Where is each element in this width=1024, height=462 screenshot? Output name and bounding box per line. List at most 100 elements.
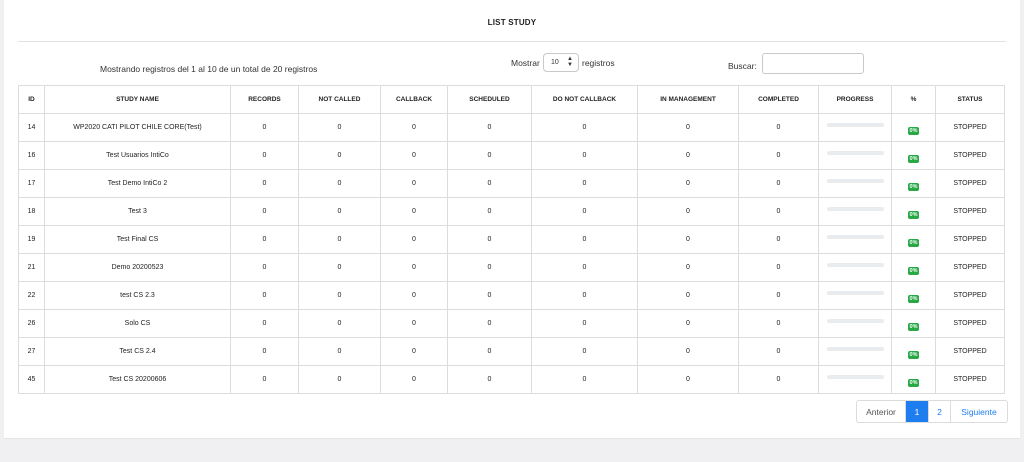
cell-records: 0: [230, 253, 299, 282]
cell-id: 45: [18, 365, 45, 394]
column-header[interactable]: STATUS: [935, 85, 1005, 114]
cell-completed: 0: [738, 169, 819, 198]
cell-status: STOPPED: [935, 337, 1005, 366]
cell-scheduled: 0: [447, 281, 532, 310]
percent-badge: 0%: [907, 210, 920, 219]
cell-records: 0: [230, 113, 299, 142]
cell-progress: [818, 281, 892, 310]
column-header[interactable]: COMPLETED: [738, 85, 819, 114]
cell-progress: [818, 141, 892, 170]
column-header[interactable]: DO NOT CALLBACK: [531, 85, 638, 114]
cell-scheduled: 0: [447, 113, 532, 142]
cell-name: Solo CS: [44, 309, 231, 338]
percent-badge: 0%: [907, 126, 920, 135]
cell-scheduled: 0: [447, 309, 532, 338]
table-header-row: ID STUDY NAME RECORDS NOT CALLED CALLBACK SCH…: [18, 85, 1005, 114]
cell-completed: 0: [738, 281, 819, 310]
table-row: 26 Solo CS 0 0 0 0 0 0 0 0% STOPPED: [18, 309, 1005, 338]
table-row: 17 Test Demo IntiCo 2 0 0 0 0 0 0 0 0% STOPPED: [18, 169, 1005, 198]
cell-status: STOPPED: [935, 141, 1005, 170]
cell-percent: 0%: [891, 225, 936, 254]
cell-do-not-callback: 0: [531, 337, 638, 366]
study-table: ID STUDY NAME RECORDS NOT CALLED CALLBACK SCH…: [18, 85, 1005, 394]
cell-not-called: 0: [298, 309, 381, 338]
percent-badge: 0%: [907, 294, 920, 303]
cell-callback: 0: [380, 281, 448, 310]
cell-in-management: 0: [637, 141, 739, 170]
cell-status: STOPPED: [935, 225, 1005, 254]
cell-percent: 0%: [891, 281, 936, 310]
cell-completed: 0: [738, 113, 819, 142]
progress-bar: [826, 179, 884, 183]
column-header[interactable]: ID: [18, 85, 45, 114]
cell-name: test CS 2.3: [44, 281, 231, 310]
cell-records: 0: [230, 169, 299, 198]
search-input[interactable]: [762, 53, 864, 74]
percent-badge: 0%: [907, 182, 920, 191]
length-label-after: registros: [582, 58, 615, 68]
page-2-button[interactable]: 2: [928, 401, 950, 422]
cell-do-not-callback: 0: [531, 197, 638, 226]
cell-progress: [818, 309, 892, 338]
cell-percent: 0%: [891, 113, 936, 142]
cell-scheduled: 0: [447, 141, 532, 170]
progress-bar: [826, 151, 884, 155]
cell-records: 0: [230, 337, 299, 366]
table-row: 45 Test CS 20200606 0 0 0 0 0 0 0 0% STOPPED: [18, 365, 1005, 394]
cell-in-management: 0: [637, 253, 739, 282]
column-header[interactable]: RECORDS: [230, 85, 299, 114]
progress-bar: [826, 347, 884, 351]
cell-not-called: 0: [298, 281, 381, 310]
column-header[interactable]: PROGRESS: [818, 85, 892, 114]
cell-status: STOPPED: [935, 197, 1005, 226]
cell-in-management: 0: [637, 365, 739, 394]
cell-callback: 0: [380, 169, 448, 198]
cell-do-not-callback: 0: [531, 225, 638, 254]
progress-bar: [826, 375, 884, 379]
table-row: 14 WP2020 CATI PILOT CHILE CORE(Test) 0 0 0 0…: [18, 113, 1005, 142]
column-header[interactable]: CALLBACK: [380, 85, 448, 114]
column-header[interactable]: SCHEDULED: [447, 85, 532, 114]
cell-id: 26: [18, 309, 45, 338]
cell-name: Demo 20200523: [44, 253, 231, 282]
cell-percent: 0%: [891, 197, 936, 226]
cell-status: STOPPED: [935, 309, 1005, 338]
cell-percent: 0%: [891, 337, 936, 366]
cell-progress: [818, 169, 892, 198]
page-length-select[interactable]: 10 ▲ ▼: [543, 53, 579, 72]
cell-name: Test CS 2.4: [44, 337, 231, 366]
cell-not-called: 0: [298, 253, 381, 282]
percent-badge: 0%: [907, 266, 920, 275]
cell-id: 21: [18, 253, 45, 282]
previous-page-button[interactable]: Anterior: [857, 401, 905, 422]
cell-records: 0: [230, 309, 299, 338]
progress-bar: [826, 291, 884, 295]
table-row: 27 Test CS 2.4 0 0 0 0 0 0 0 0% STOPPED: [18, 337, 1005, 366]
cell-status: STOPPED: [935, 365, 1005, 394]
cell-callback: 0: [380, 365, 448, 394]
cell-scheduled: 0: [447, 365, 532, 394]
page-1-button[interactable]: 1: [905, 401, 928, 422]
percent-badge: 0%: [907, 238, 920, 247]
column-header[interactable]: %: [891, 85, 936, 114]
table-row: 21 Demo 20200523 0 0 0 0 0 0 0 0% STOPPED: [18, 253, 1005, 282]
cell-percent: 0%: [891, 169, 936, 198]
cell-callback: 0: [380, 141, 448, 170]
cell-percent: 0%: [891, 141, 936, 170]
cell-records: 0: [230, 197, 299, 226]
cell-in-management: 0: [637, 113, 739, 142]
progress-bar: [826, 263, 884, 267]
column-header[interactable]: NOT CALLED: [298, 85, 381, 114]
progress-bar: [826, 235, 884, 239]
cell-in-management: 0: [637, 197, 739, 226]
cell-in-management: 0: [637, 281, 739, 310]
page-length-value: 10: [551, 59, 559, 66]
cell-status: STOPPED: [935, 281, 1005, 310]
column-header[interactable]: STUDY NAME: [44, 85, 231, 114]
cell-callback: 0: [380, 197, 448, 226]
title-divider: [18, 41, 1006, 42]
column-header[interactable]: IN MANAGEMENT: [637, 85, 739, 114]
cell-name: Test Demo IntiCo 2: [44, 169, 231, 198]
next-page-button[interactable]: Siguiente: [950, 401, 1007, 422]
cell-percent: 0%: [891, 253, 936, 282]
